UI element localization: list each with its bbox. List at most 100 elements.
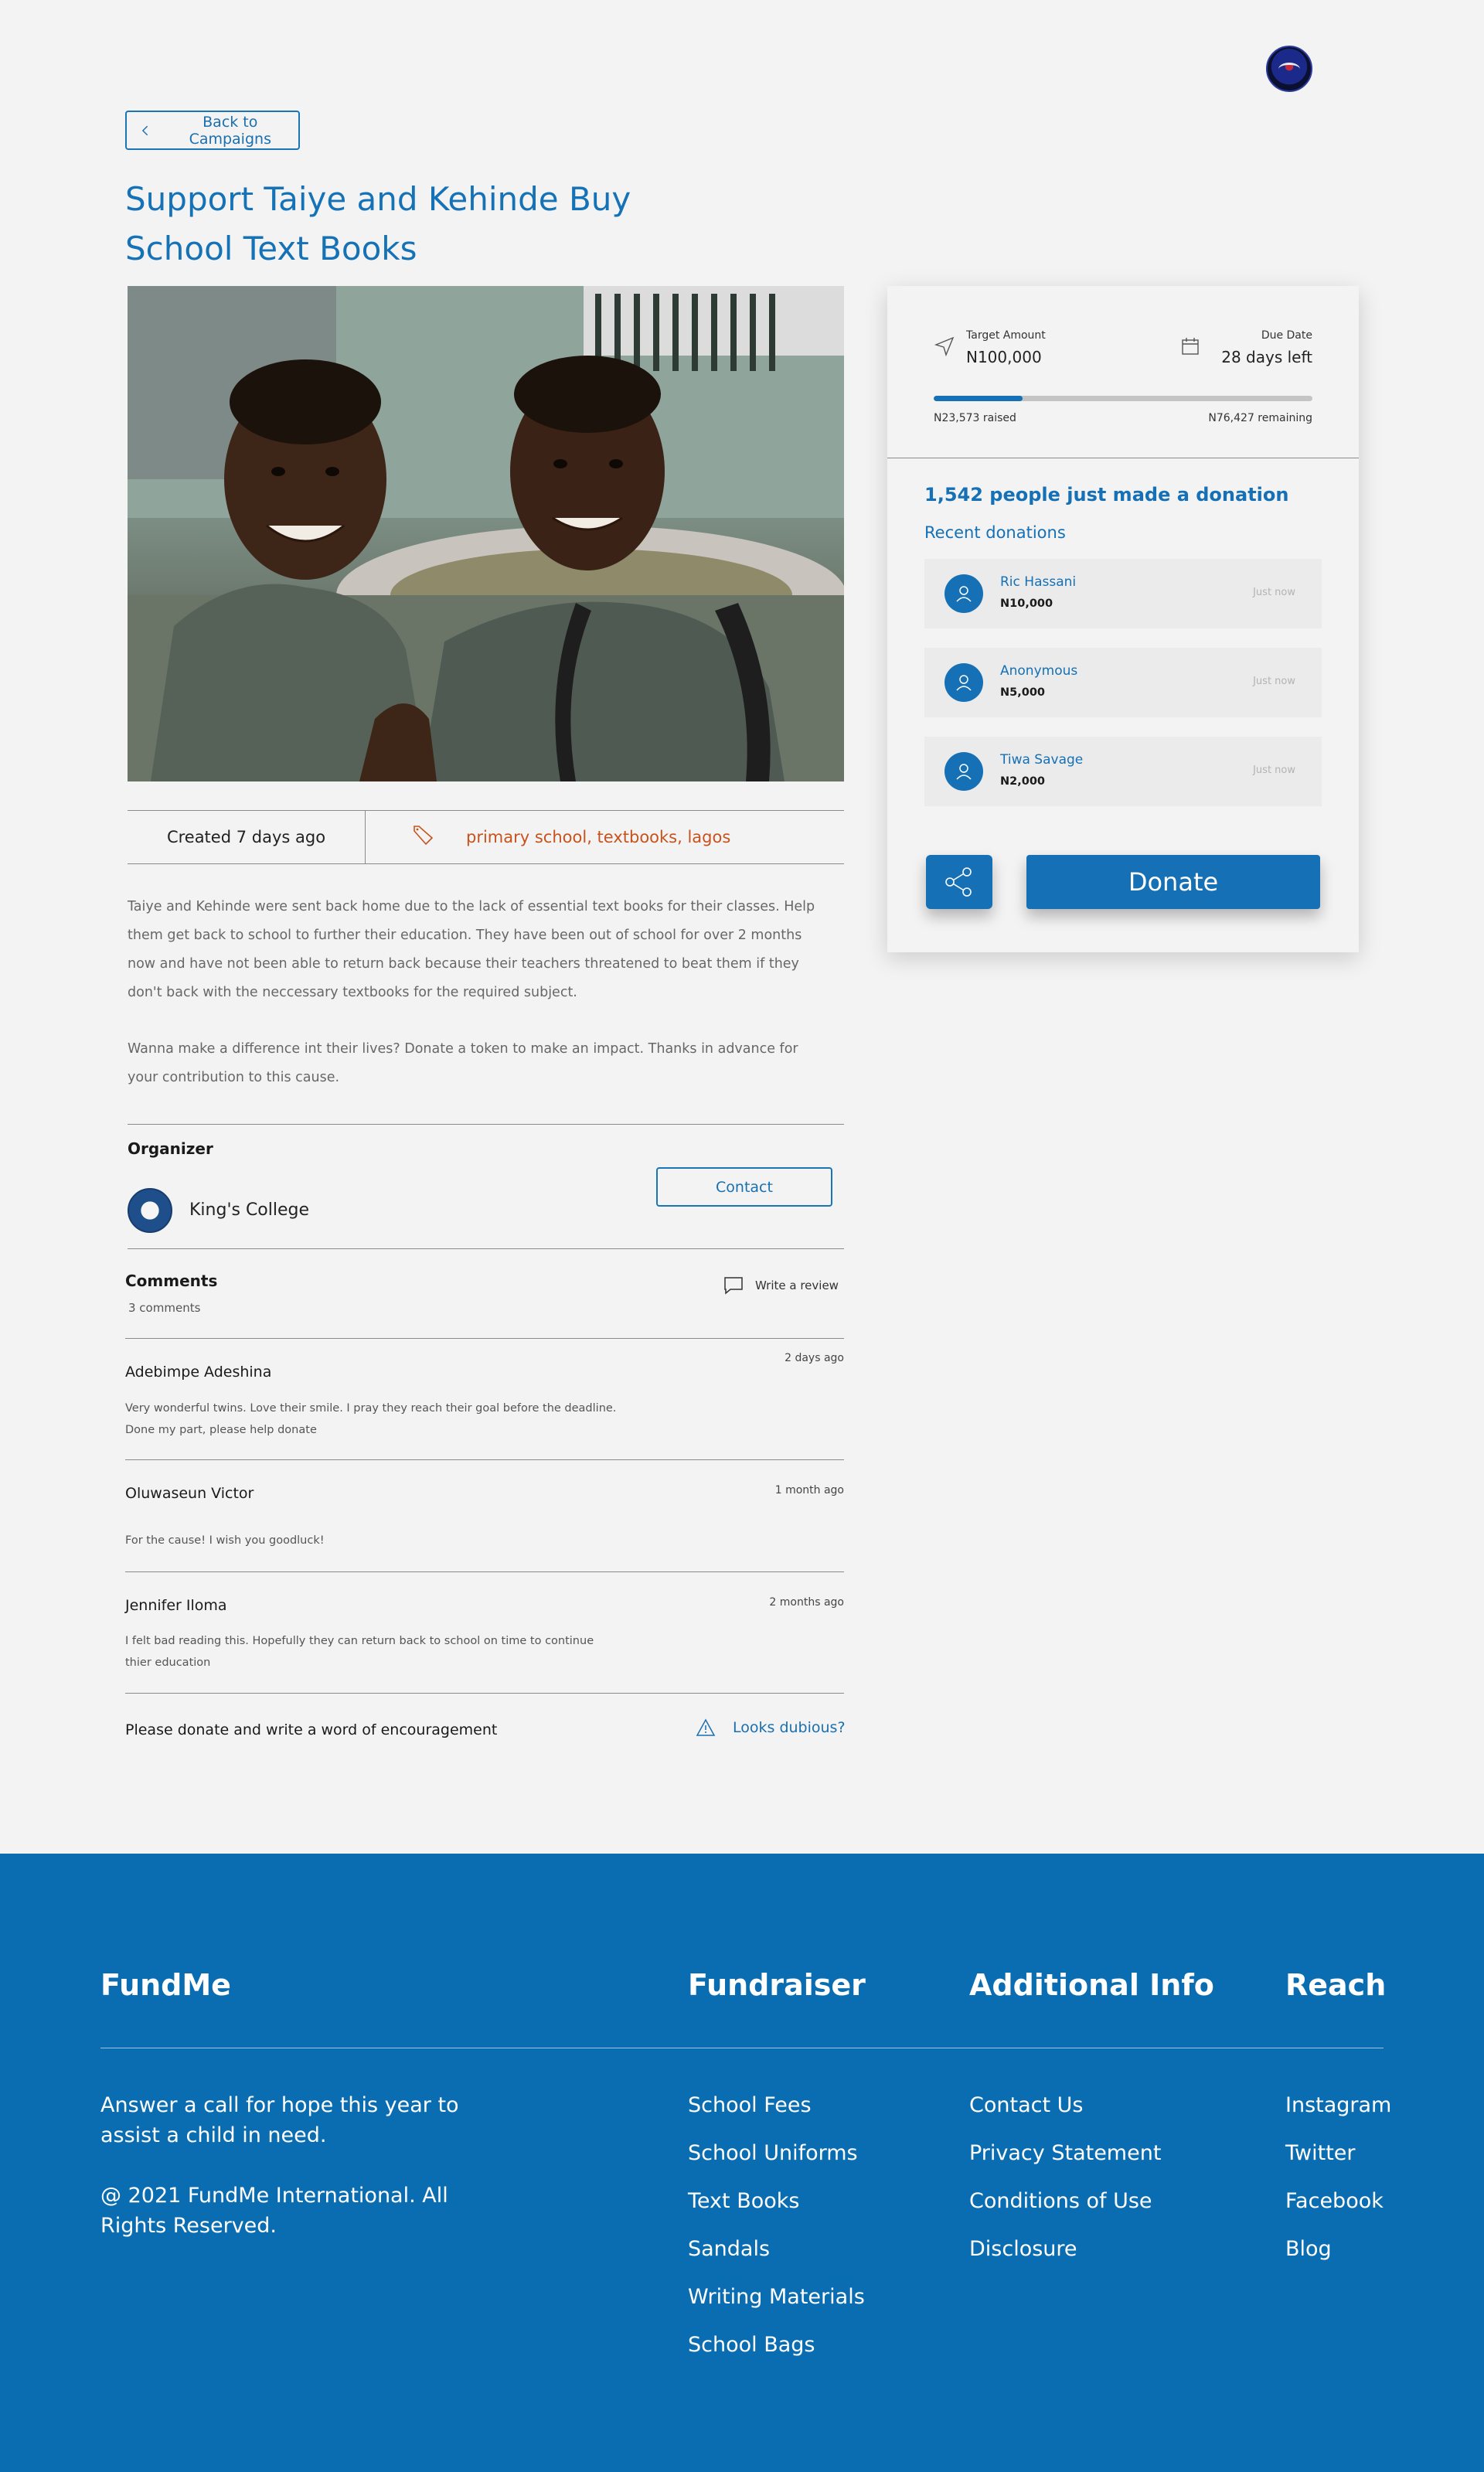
footer-link[interactable]: Contact Us [969, 2090, 1161, 2120]
report-dubious-link[interactable]: Looks dubious? [696, 1718, 846, 1737]
divider [125, 1693, 844, 1694]
amount-remaining: N76,427 remaining [1208, 412, 1312, 424]
write-review-link[interactable]: Write a review [723, 1275, 839, 1296]
due-date: Due Date 28 days left [1179, 329, 1312, 366]
organizer-name: King's College [189, 1200, 310, 1220]
donation-time: Just now [1253, 587, 1295, 598]
footer-link[interactable]: Blog [1285, 2234, 1391, 2264]
comment-date: 2 days ago [785, 1352, 844, 1364]
divider [128, 1248, 844, 1249]
donor-avatar [945, 752, 983, 791]
funding-progress-fill [934, 396, 1023, 401]
footer-additional-links: Contact Us Privacy Statement Conditions … [969, 2090, 1161, 2282]
amount-raised: N23,573 raised [934, 412, 1016, 424]
comment-author: Adebimpe Adeshina [125, 1364, 272, 1381]
back-label: Back to Campaigns [189, 113, 271, 148]
footer-additional-title: Additional Info [969, 1968, 1214, 2002]
footer-brand: FundMe [100, 1968, 231, 2002]
footer-reach-title: Reach [1285, 1968, 1387, 2002]
donation-item: Ric Hassani N10,000 Just now [924, 559, 1322, 628]
description-paragraph-2: Wanna make a difference int their lives?… [128, 1041, 798, 1085]
footer-link[interactable]: School Uniforms [688, 2138, 865, 2168]
organizer-logo [128, 1188, 172, 1233]
footer-link[interactable]: School Bags [688, 2330, 865, 2360]
divider [125, 1459, 844, 1460]
tags-text: primary school, textbooks, lagos [466, 828, 731, 846]
divider [125, 1338, 844, 1339]
target-amount: Target Amount N100,000 [934, 329, 1046, 366]
due-value: 28 days left [1221, 348, 1312, 366]
encouragement-prompt: Please donate and write a word of encour… [125, 1721, 498, 1738]
contact-button[interactable]: Contact [656, 1167, 832, 1207]
donor-avatar [945, 663, 983, 702]
user-icon [956, 675, 972, 691]
target-value: N100,000 [966, 348, 1042, 366]
comments-title: Comments [125, 1272, 218, 1290]
back-to-campaigns-button[interactable]: Back to Campaigns [125, 111, 300, 150]
comment-text: For the cause! I wish you goodluck! [125, 1534, 325, 1547]
footer-link[interactable]: School Fees [688, 2090, 865, 2120]
share-icon [945, 867, 972, 897]
campaign-photo [128, 286, 844, 781]
footer-fundraiser-title: Fundraiser [688, 1968, 866, 2002]
campaign-title: Support Taiye and Kehinde Buy School Tex… [125, 180, 631, 267]
footer-link[interactable]: Instagram [1285, 2090, 1391, 2120]
donation-amount: N10,000 [1000, 598, 1053, 610]
send-icon [934, 336, 955, 357]
donate-button[interactable]: Donate [1026, 855, 1320, 909]
donation-item: Tiwa Savage N2,000 Just now [924, 737, 1322, 806]
recent-donations-label: Recent donations [924, 523, 1066, 542]
footer-link[interactable]: Disclosure [969, 2234, 1161, 2264]
donation-time: Just now [1253, 764, 1295, 776]
footer-link[interactable]: Text Books [688, 2186, 865, 2216]
chevron-left-icon [141, 125, 148, 135]
footer-link[interactable]: Writing Materials [688, 2282, 865, 2312]
comment-icon [724, 1277, 743, 1295]
comment-date: 2 months ago [769, 1596, 844, 1609]
donor-avatar [945, 574, 983, 613]
write-review-label: Write a review [755, 1279, 839, 1292]
footer-link[interactable]: Sandals [688, 2234, 865, 2264]
divider [125, 1571, 844, 1572]
footer-reach-links: Instagram Twitter Facebook Blog [1285, 2090, 1391, 2282]
footer-link[interactable]: Twitter [1285, 2138, 1391, 2168]
calendar-icon [1182, 338, 1199, 355]
footer-link[interactable]: Facebook [1285, 2186, 1391, 2216]
donation-amount: N5,000 [1000, 686, 1045, 699]
funding-progress-bar [934, 396, 1312, 401]
comment-date: 1 month ago [774, 1484, 844, 1496]
comment-author: Oluwaseun Victor [125, 1485, 254, 1502]
footer-copyright: @ 2021 FundMe International. All Rights … [100, 2184, 448, 2238]
comment-author: Jennifer Iloma [125, 1597, 227, 1614]
donation-time: Just now [1253, 676, 1295, 687]
footer-tagline: Answer a call for hope this year to assi… [100, 2093, 459, 2147]
donation-item: Anonymous N5,000 Just now [924, 648, 1322, 717]
created-date: Created 7 days ago [128, 811, 366, 863]
donation-card: Target Amount N100,000 Due Date 28 days … [887, 286, 1359, 952]
site-footer: FundMe Fundraiser Additional Info Reach … [0, 1854, 1484, 2472]
footer-fundraiser-links: School Fees School Uniforms Text Books S… [688, 2090, 865, 2378]
donation-count-headline: 1,542 people just made a donation [924, 484, 1289, 506]
divider [128, 1124, 844, 1125]
share-button[interactable] [926, 855, 992, 909]
comment-text: I felt bad reading this. Hopefully they … [125, 1635, 594, 1669]
target-label: Target Amount [966, 329, 1046, 342]
user-icon [956, 764, 972, 780]
dubious-label: Looks dubious? [733, 1719, 846, 1736]
tag-icon [412, 824, 435, 851]
organizer-label: Organizer [128, 1139, 213, 1158]
description-paragraph-1: Taiye and Kehinde were sent back home du… [128, 899, 815, 1000]
comment-text: Very wonderful twins. Love their smile. … [125, 1402, 617, 1436]
footer-link[interactable]: Conditions of Use [969, 2186, 1161, 2216]
donor-name: Tiwa Savage [1000, 752, 1084, 768]
due-label: Due Date [1261, 329, 1312, 342]
donation-amount: N2,000 [1000, 775, 1045, 788]
campaign-tags: primary school, textbooks, lagos [366, 824, 730, 851]
campaign-meta: Created 7 days ago primary school, textb… [128, 810, 844, 864]
comments-count: 3 comments [128, 1301, 201, 1315]
user-avatar[interactable] [1266, 46, 1312, 92]
campaign-description: Taiye and Kehinde were sent back home du… [128, 893, 831, 1092]
donor-name: Anonymous [1000, 663, 1078, 679]
footer-link[interactable]: Privacy Statement [969, 2138, 1161, 2168]
warning-icon [696, 1718, 716, 1736]
